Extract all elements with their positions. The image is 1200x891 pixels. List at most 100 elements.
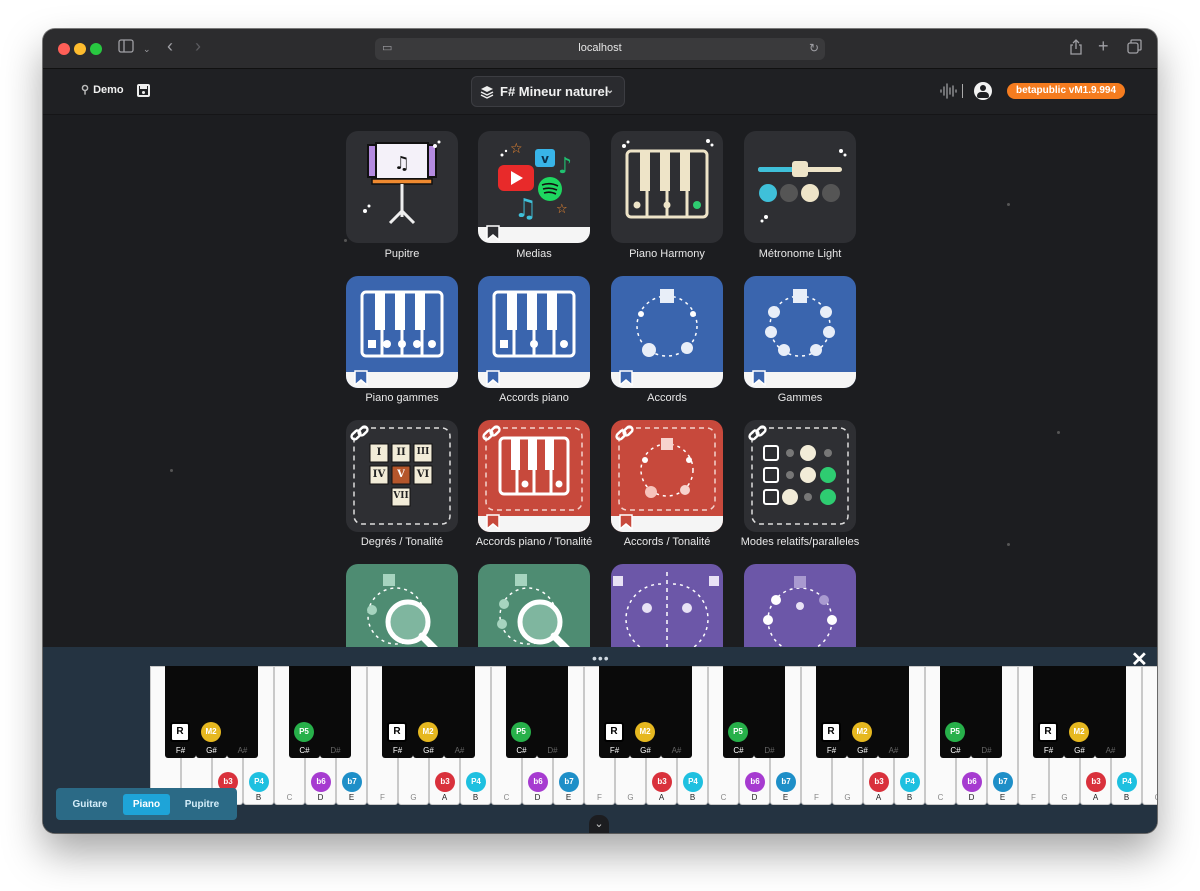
bookmark-icon [619, 514, 633, 530]
minimize-window-button[interactable] [74, 43, 86, 55]
demo-button[interactable]: ⚲ Demo [81, 83, 124, 96]
black-key[interactable]: F# R [382, 666, 413, 758]
black-key[interactable]: G# M2 [1064, 666, 1095, 758]
bookmark-icon [486, 225, 500, 241]
tile-label: Medias [516, 248, 552, 260]
key-label: E [348, 793, 355, 802]
black-key[interactable]: C# P5 [723, 666, 754, 758]
tab-pupitre[interactable]: Pupitre [174, 794, 230, 815]
key-label: F [814, 793, 819, 802]
black-key[interactable]: G# M2 [413, 666, 444, 758]
account-icon[interactable] [974, 82, 992, 100]
zoom-window-button[interactable] [90, 43, 102, 55]
close-window-button[interactable] [58, 43, 70, 55]
share-icon[interactable] [1069, 39, 1083, 61]
key-label: D [317, 793, 324, 802]
back-icon[interactable]: ‹ [167, 36, 173, 56]
black-key[interactable]: A# [227, 666, 258, 758]
black-key[interactable]: C# P5 [506, 666, 537, 758]
key-label: C [937, 793, 944, 802]
black-key[interactable]: G# M2 [630, 666, 661, 758]
tile-accords-piano-tonalite[interactable] [478, 420, 590, 532]
tab-piano[interactable]: Piano [123, 794, 170, 815]
user-demo-icon: ⚲ [81, 84, 90, 96]
degree-cell: VII [393, 491, 409, 501]
address-bar[interactable]: ▭ localhost ↻ [375, 38, 825, 60]
drag-handle-icon[interactable]: ••• [592, 650, 610, 666]
link-icon [350, 425, 369, 441]
sidebar-icon[interactable] [118, 39, 134, 59]
black-key[interactable]: G# M2 [847, 666, 878, 758]
key-label: G [410, 793, 417, 802]
black-key[interactable]: D# [971, 666, 1002, 758]
tile-label: Piano gammes [365, 392, 439, 404]
tabs-overview-icon[interactable] [1127, 39, 1142, 60]
interval-badge: R [1038, 722, 1058, 742]
interval-badge: R [387, 722, 407, 742]
tile-piano-gammes[interactable] [346, 276, 458, 388]
degree-cell: V [397, 469, 405, 480]
black-key[interactable]: D# [320, 666, 351, 758]
piano-keyboard[interactable]: FGAb3BP4CDb6Eb7FGAb3BP4CDb6Eb7FGAb3BP4CD… [150, 666, 1157, 805]
new-tab-icon[interactable]: + [1098, 36, 1109, 56]
black-key[interactable]: D# [537, 666, 568, 758]
interval-badge: b7 [559, 772, 579, 792]
black-key[interactable]: A# [878, 666, 909, 758]
black-key[interactable]: F# R [599, 666, 630, 758]
tile-pupitre[interactable]: ♫ [346, 131, 458, 243]
tile-accords-tonalite[interactable] [611, 420, 723, 532]
tile-accords[interactable] [611, 276, 723, 388]
reload-icon[interactable]: ↻ [809, 41, 819, 55]
interval-badge: b7 [342, 772, 362, 792]
collapse-icon[interactable]: ⌄ [589, 815, 609, 833]
svg-text:♪: ♪ [558, 154, 572, 179]
key-label: G# [1074, 746, 1085, 755]
black-key[interactable]: F# R [1033, 666, 1064, 758]
tile-accords-piano[interactable] [478, 276, 590, 388]
black-key[interactable]: G# M2 [196, 666, 227, 758]
tile-metronome-light[interactable] [744, 131, 856, 243]
key-label: D# [981, 746, 992, 755]
bookmark-icon [619, 370, 633, 386]
tab-guitare[interactable]: Guitare [63, 794, 117, 815]
black-key[interactable]: C# P5 [289, 666, 320, 758]
interval-badge: P5 [945, 722, 965, 742]
white-key[interactable]: C [1142, 666, 1157, 805]
key-label: A [658, 793, 665, 802]
audio-wave-icon[interactable] [939, 82, 957, 105]
tile-piano-harmony[interactable] [611, 131, 723, 243]
chevron-down-icon[interactable]: ⌄ [143, 39, 151, 59]
black-key[interactable]: D# [754, 666, 785, 758]
interval-badge: M2 [418, 722, 438, 742]
link-icon [482, 425, 501, 441]
save-icon[interactable] [137, 84, 150, 97]
tile-medias[interactable]: v ♫ ♪ ☆ ☆ [478, 131, 590, 243]
key-label: A# [888, 746, 899, 755]
key-label: G [844, 793, 851, 802]
decor-dot [1007, 543, 1010, 546]
key-label: F [597, 793, 602, 802]
black-key[interactable]: F# R [816, 666, 847, 758]
forward-icon[interactable]: › [195, 36, 201, 56]
app-content: ⚲ Demo F# Mineur naturel ⌄ betapublic vM1… [43, 69, 1157, 833]
key-label: C# [516, 746, 527, 755]
black-key[interactable]: A# [661, 666, 692, 758]
bookmark-icon [486, 370, 500, 386]
key-label: B [1123, 793, 1130, 802]
key-label: C# [733, 746, 744, 755]
interval-badge: M2 [852, 722, 872, 742]
key-label: D# [330, 746, 341, 755]
tile-degres-tonalite[interactable]: I II III IV V VI VII [346, 420, 458, 532]
key-selector[interactable]: F# Mineur naturel ⌄ [471, 76, 625, 107]
interval-badge: R [604, 722, 624, 742]
version-badge: betapublic vM1.9.994 [1007, 83, 1126, 99]
piano-panel: ••• ✕ FGAb3BP4CDb6Eb7FGAb3BP4CDb6Eb7FGAb… [43, 647, 1157, 833]
interval-badge: P5 [728, 722, 748, 742]
black-key[interactable]: C# P5 [940, 666, 971, 758]
black-key[interactable]: F# R [165, 666, 196, 758]
tile-gammes[interactable] [744, 276, 856, 388]
tile-modes-relatifs-paralleles[interactable] [744, 420, 856, 532]
black-key[interactable]: A# [1095, 666, 1126, 758]
key-label: A# [1105, 746, 1116, 755]
black-key[interactable]: A# [444, 666, 475, 758]
